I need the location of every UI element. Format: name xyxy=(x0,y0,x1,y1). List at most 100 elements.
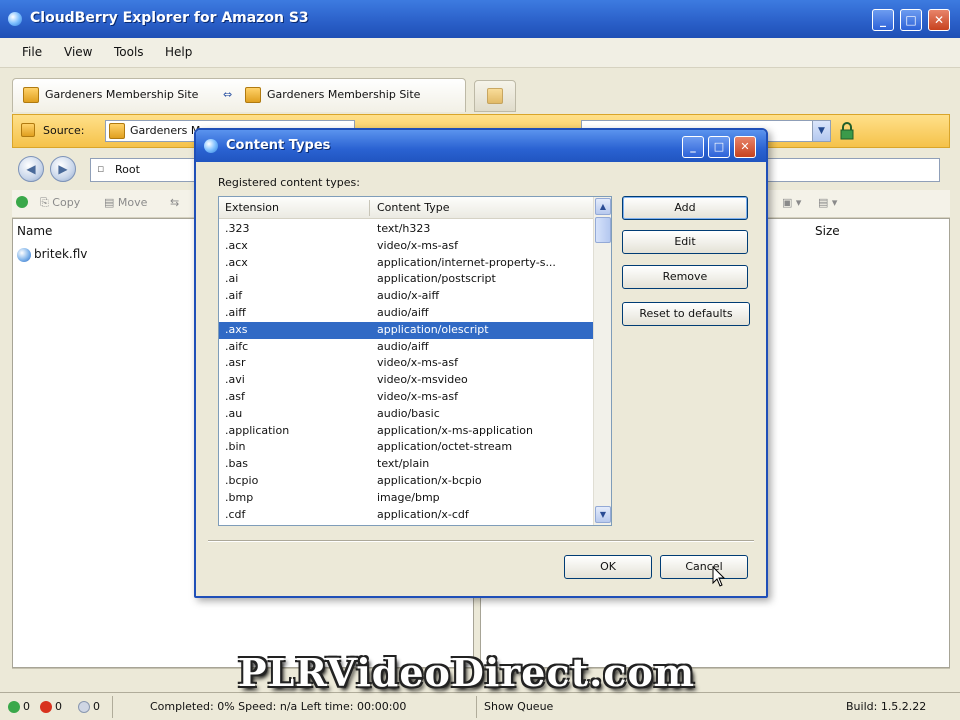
watermark: PLRVideoDirect.com xyxy=(238,650,696,695)
column-header-content-type[interactable]: Content Type xyxy=(377,201,450,214)
edit-button[interactable]: Edit xyxy=(622,230,748,254)
copy-button[interactable]: ⎘ Copy xyxy=(40,196,80,210)
reset-to-defaults-button[interactable]: Reset to defaults xyxy=(622,302,750,326)
status-errors[interactable]: 0 xyxy=(40,700,62,713)
content-type-cell: video/x-ms-asf xyxy=(377,389,458,403)
link-arrow-icon: ⇔ xyxy=(223,88,233,101)
table-row[interactable]: .asf video/x-ms-asf xyxy=(219,389,593,406)
table-row[interactable]: .axs application/olescript xyxy=(219,321,593,339)
table-row[interactable]: .bin application/octet-stream xyxy=(219,439,593,456)
lock-icon[interactable] xyxy=(839,122,855,140)
close-button[interactable]: ✕ xyxy=(928,9,950,31)
new-tab-button[interactable] xyxy=(474,80,516,112)
extension-cell: .bin xyxy=(225,440,246,454)
content-type-cell: text/h323 xyxy=(377,222,431,235)
show-queue-button[interactable]: Show Queue xyxy=(484,700,553,713)
chevron-down-icon[interactable]: ▼ xyxy=(812,121,830,141)
error-count: 0 xyxy=(55,700,62,713)
content-type-cell: application/olescript xyxy=(377,322,489,336)
dialog-maximize-button[interactable]: □ xyxy=(708,136,730,158)
status-progress: Completed: 0% Speed: n/a Left time: 00:0… xyxy=(150,700,407,713)
list-item[interactable]: britek.flv xyxy=(17,247,87,262)
build-version: Build: 1.5.2.22 xyxy=(846,700,927,713)
content-type-cell: text/plain xyxy=(377,457,430,471)
menu-bar: File View Tools Help xyxy=(0,38,960,68)
menu-tools[interactable]: Tools xyxy=(114,45,144,59)
rename-icon[interactable]: ⇆ xyxy=(170,196,179,209)
file-name: britek.flv xyxy=(34,247,88,261)
ok-button[interactable]: OK xyxy=(564,555,652,579)
table-row[interactable]: .aiff audio/aiff xyxy=(219,305,593,322)
table-row[interactable]: .aif audio/x-aiff xyxy=(219,288,593,305)
table-row[interactable]: .ai application/postscript xyxy=(219,271,593,288)
view-icon[interactable]: ▣ ▾ xyxy=(782,196,801,209)
extension-cell: .bmp xyxy=(225,490,254,504)
dialog-title-bar[interactable]: Content Types _ □ ✕ xyxy=(196,130,766,162)
table-row[interactable]: .acx video/x-ms-asf xyxy=(219,238,593,255)
table-row[interactable]: .au audio/basic xyxy=(219,406,593,423)
title-bar[interactable]: CloudBerry Explorer for Amazon S3 _ □ ✕ xyxy=(0,0,960,38)
column-header-name[interactable]: Name xyxy=(17,219,52,243)
content-type-cell: video/x-ms-asf xyxy=(377,356,458,370)
app-icon xyxy=(8,12,22,26)
dialog-divider xyxy=(208,540,754,542)
content-type-cell: application/postscript xyxy=(377,272,496,286)
extension-cell: .application xyxy=(225,423,290,437)
column-separator[interactable] xyxy=(369,200,370,216)
menu-view[interactable]: View xyxy=(64,45,92,59)
table-row[interactable]: .avi video/x-msvideo xyxy=(219,372,593,389)
scroll-thumb[interactable] xyxy=(595,217,611,243)
content-type-cell: application/x-ms-application xyxy=(377,423,533,437)
error-icon xyxy=(40,701,52,713)
table-row[interactable]: .bmp image/bmp xyxy=(219,490,593,507)
dialog-title: Content Types xyxy=(226,138,331,153)
add-button[interactable]: Add xyxy=(622,196,748,220)
table-row[interactable]: .acx application/internet-property-s... xyxy=(219,255,593,272)
column-header-extension[interactable]: Extension xyxy=(225,201,279,214)
extension-cell: .asr xyxy=(225,356,246,370)
content-type-cell: audio/aiff xyxy=(377,339,429,353)
content-type-cell: application/x-bcpio xyxy=(377,473,482,487)
cancel-button[interactable]: Cancel xyxy=(660,555,748,579)
copy-label: Copy xyxy=(52,196,81,209)
content-type-cell: audio/basic xyxy=(377,406,440,420)
move-label: Move xyxy=(117,196,148,209)
bucket-icon xyxy=(23,87,39,103)
extension-cell: .cdf xyxy=(225,507,246,521)
content-type-cell: application/x-cdf xyxy=(377,507,469,521)
vertical-scrollbar[interactable]: ▲ ▼ xyxy=(593,197,611,525)
table-row[interactable]: .bas text/plain xyxy=(219,456,593,473)
status-bar: 0 0 0 Completed: 0% Speed: n/a Left time… xyxy=(0,692,960,720)
content-types-list[interactable]: Extension Content Type .323 text/h323 .acx… xyxy=(218,196,612,526)
table-row[interactable]: .bcpio application/x-bcpio xyxy=(219,473,593,490)
tab-gardeners-membership-site[interactable]: Gardeners Membership Site ⇔ Gardeners Me… xyxy=(12,78,466,112)
maximize-button[interactable]: □ xyxy=(900,9,922,31)
forward-button[interactable]: ▶ xyxy=(50,156,76,182)
scroll-down-button[interactable]: ▼ xyxy=(595,506,611,523)
back-button[interactable]: ◀ xyxy=(18,156,44,182)
content-types-dialog: Content Types _ □ ✕ Registered content t… xyxy=(194,128,768,598)
menu-help[interactable]: Help xyxy=(165,45,192,59)
filter-icon[interactable]: ▤ ▾ xyxy=(818,196,837,209)
minimize-button[interactable]: _ xyxy=(872,9,894,31)
remove-button[interactable]: Remove xyxy=(622,265,748,289)
dialog-minimize-button[interactable]: _ xyxy=(682,136,704,158)
table-row[interactable]: .aifc audio/aiff xyxy=(219,339,593,356)
refresh-icon[interactable] xyxy=(16,196,28,208)
table-row[interactable]: .asr video/x-ms-asf xyxy=(219,355,593,372)
dialog-close-button[interactable]: ✕ xyxy=(734,136,756,158)
menu-file[interactable]: File xyxy=(22,45,42,59)
move-button[interactable]: ▤ Move xyxy=(104,196,147,209)
path-value: Root xyxy=(115,163,140,176)
table-row[interactable]: .323 text/h323 xyxy=(219,221,593,238)
scroll-up-button[interactable]: ▲ xyxy=(595,198,611,215)
extension-cell: .323 xyxy=(225,222,250,235)
extension-cell: .acx xyxy=(225,238,248,252)
content-type-cell: application/octet-stream xyxy=(377,440,513,454)
table-row[interactable]: .cdf application/x-cdf xyxy=(219,507,593,524)
file-icon xyxy=(17,247,31,262)
column-header-size[interactable]: Size xyxy=(815,219,840,243)
table-row[interactable]: .application application/x-ms-application xyxy=(219,423,593,440)
ok-count: 0 xyxy=(23,700,30,713)
extension-cell: .acx xyxy=(225,255,248,269)
